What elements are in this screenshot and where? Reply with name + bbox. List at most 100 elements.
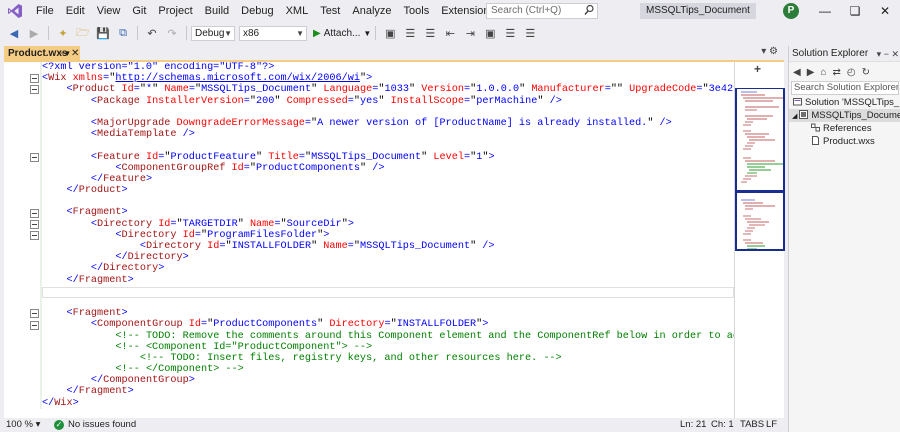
history-icon[interactable]: ◴ xyxy=(847,67,856,78)
save-all-icon[interactable]: ⧉ xyxy=(115,25,131,41)
project-icon xyxy=(799,110,811,121)
tree-item[interactable]: Product.wxs xyxy=(789,135,900,148)
fold-collapse-icon[interactable] xyxy=(30,219,39,229)
toolbar-action-icon[interactable]: ☰ xyxy=(422,25,438,41)
menu-item-build[interactable]: Build xyxy=(199,1,235,21)
solution-platform-select[interactable]: x86 ▼ xyxy=(239,25,307,41)
minimap-viewport-upper[interactable] xyxy=(735,88,785,192)
issues-indicator[interactable]: ✓ No issues found xyxy=(54,418,136,432)
file-icon xyxy=(811,136,823,147)
toolbar-action-icon[interactable]: ☰ xyxy=(522,25,538,41)
zoom-level[interactable]: 100 % ▾ xyxy=(6,418,40,432)
pin-icon[interactable]: −▾ xyxy=(60,47,70,60)
fold-collapse-icon[interactable] xyxy=(30,231,39,240)
minimize-icon[interactable]: — xyxy=(810,0,840,22)
solution-search-input[interactable]: Search Solution Explorer xyxy=(791,81,899,95)
tab-product-wxs[interactable]: Product.wxs −▾ ✕ xyxy=(4,46,80,60)
toolbar-action-icon[interactable]: ⇥ xyxy=(462,25,478,41)
refresh-icon[interactable]: ↻ xyxy=(862,67,870,78)
toolbar-action-icon[interactable]: ☰ xyxy=(502,25,518,41)
menu-item-git[interactable]: Git xyxy=(126,1,152,21)
code-token: /> xyxy=(176,129,195,141)
close-window-icon[interactable]: ✕ xyxy=(870,0,900,22)
menu-item-debug[interactable]: Debug xyxy=(235,1,279,21)
panel-controls-icon[interactable]: ▾ − ✕ xyxy=(877,46,899,62)
code-editor[interactable]: <?xml version="1.0" encoding="UTF-8"?> <W… xyxy=(4,62,734,418)
fold-collapse-icon[interactable] xyxy=(30,152,39,162)
line-number[interactable]: Ln: 21 xyxy=(680,418,706,432)
navigate-back-icon[interactable]: ◀ xyxy=(6,25,22,41)
restore-icon[interactable]: ❏ xyxy=(840,0,870,22)
tab-overflow-icon[interactable]: ▾ ⚙ xyxy=(761,46,778,57)
open-folder-icon[interactable]: 🗁 xyxy=(75,25,91,41)
save-icon[interactable]: 💾 xyxy=(95,25,111,41)
attach-button[interactable]: ▶ Attach... ▼ xyxy=(313,28,371,39)
code-token: MSSQLTips_Document xyxy=(311,151,422,163)
code-line: <ComponentGroup Id="ProductComponents" D… xyxy=(42,319,734,330)
line-ending[interactable]: LF xyxy=(766,418,777,432)
visual-studio-logo-icon[interactable] xyxy=(4,0,26,22)
code-token: <!-- TODO: Insert files, registry keys, … xyxy=(139,352,562,364)
fold-collapse-icon[interactable] xyxy=(30,309,39,319)
menu-item-project[interactable]: Project xyxy=(152,1,198,21)
redo-icon[interactable]: ↷ xyxy=(164,25,180,41)
sync-icon[interactable]: ⇄ xyxy=(832,67,840,78)
solution-configuration-select[interactable]: Debug ▼ xyxy=(191,25,235,41)
code-token: MajorUpgrade xyxy=(97,117,171,129)
code-token: Directory xyxy=(323,319,385,331)
code-token: yes xyxy=(360,95,379,107)
home-icon[interactable]: ⌂ xyxy=(820,67,826,78)
code-token: Directory xyxy=(103,263,159,275)
split-editor-icon[interactable]: + xyxy=(754,62,761,76)
new-item-icon[interactable]: ✦ xyxy=(55,25,71,41)
code-token: INSTALLFOLDER xyxy=(231,241,312,252)
toolbar-action-icon[interactable]: ▣ xyxy=(382,25,398,41)
menu-item-test[interactable]: Test xyxy=(314,1,346,21)
back-icon[interactable]: ◀ xyxy=(793,67,801,78)
document-tab-row: Product.wxs −▾ ✕ ▾ ⚙ xyxy=(0,46,784,60)
close-tab-icon[interactable]: ✕ xyxy=(71,47,79,60)
code-line: ​ xyxy=(42,286,734,297)
column-number[interactable]: Ch: 1 xyxy=(711,418,734,432)
menu-item-tools[interactable]: Tools xyxy=(398,1,436,21)
references-icon xyxy=(811,123,823,134)
undo-icon[interactable]: ↶ xyxy=(144,25,160,41)
search-icon xyxy=(584,4,594,21)
navigate-forward-icon[interactable]: ▶ xyxy=(26,25,42,41)
code-token: MSSQLTips_Document xyxy=(360,241,471,252)
code-token: > xyxy=(182,252,189,264)
tree-item[interactable]: References xyxy=(789,122,900,135)
toolbar-action-icon[interactable]: ☰ xyxy=(402,25,418,41)
fold-collapse-icon[interactable] xyxy=(30,320,39,330)
tree-item[interactable]: Solution 'MSSQLTips_Docu xyxy=(789,96,900,109)
toolbar-action-icon[interactable]: ▣ xyxy=(482,25,498,41)
fold-collapse-icon[interactable] xyxy=(30,208,39,218)
toolbar-action-icon[interactable]: ⇤ xyxy=(442,25,458,41)
code-text[interactable]: <?xml version="1.0" encoding="UTF-8"?> <W… xyxy=(42,62,734,418)
solution-icon xyxy=(793,97,805,108)
fold-collapse-icon[interactable] xyxy=(30,74,39,84)
menu-item-view[interactable]: View xyxy=(91,1,127,21)
panel-title: Solution Explorer xyxy=(792,48,869,59)
search-input[interactable]: Search (Ctrl+Q) xyxy=(486,3,598,19)
menu-item-edit[interactable]: Edit xyxy=(60,1,91,21)
fold-collapse-icon[interactable] xyxy=(30,85,39,95)
code-line: <Directory Id="TARGETDIR" Name="SourceDi… xyxy=(42,219,734,230)
menu-item-xml[interactable]: XML xyxy=(280,1,315,21)
editor-gutter xyxy=(4,62,42,418)
scrollbar-map[interactable]: + xyxy=(734,62,785,418)
editor-status-bar: 100 % ▾ ✓ No issues found Ln: 21 Ch: 1 T… xyxy=(4,418,784,432)
minimap-viewport-lower[interactable] xyxy=(735,192,785,251)
menu-item-analyze[interactable]: Analyze xyxy=(346,1,397,21)
forward-icon[interactable]: ▶ xyxy=(807,67,815,78)
tree-item[interactable]: ◢ MSSQLTips_Document xyxy=(789,109,900,122)
menu-item-file[interactable]: File xyxy=(30,1,60,21)
profile-avatar[interactable]: P xyxy=(783,3,799,19)
indentation-mode[interactable]: TABS xyxy=(740,418,764,432)
